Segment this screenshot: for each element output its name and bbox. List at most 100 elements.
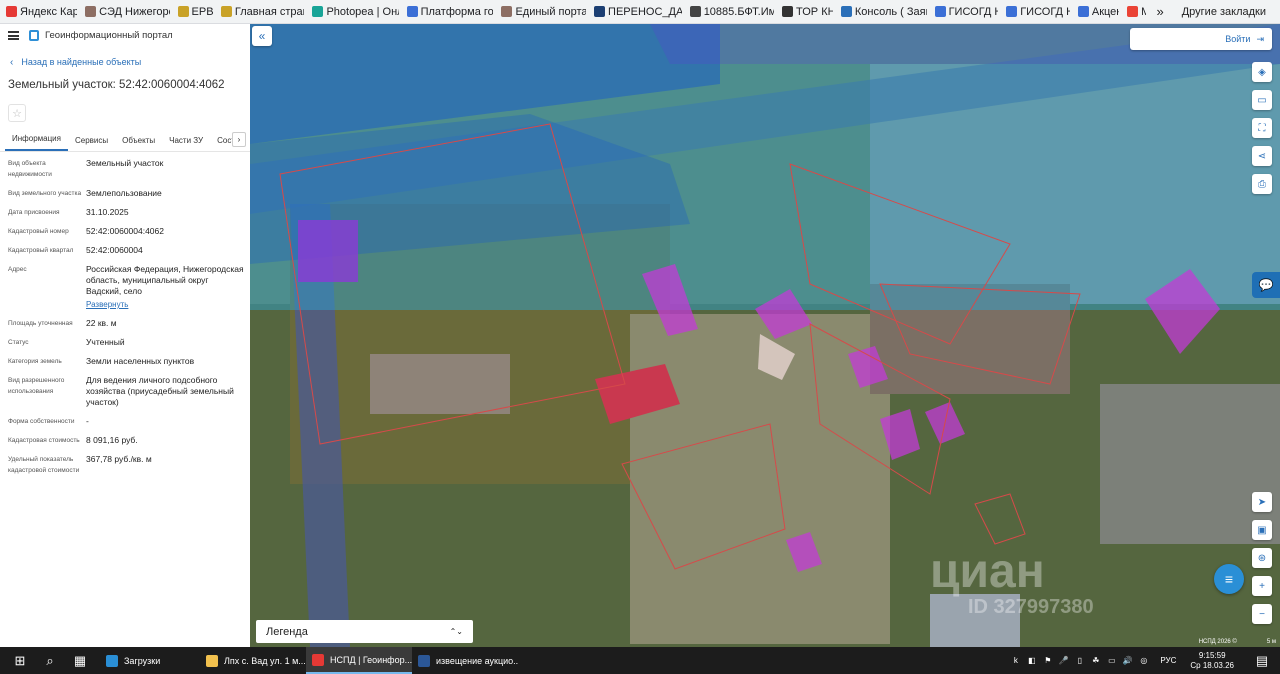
info-tabs: Информация Сервисы Объекты Части ЗУ Сост… — [0, 130, 250, 152]
map-canvas[interactable] — [250, 24, 1280, 647]
bookmark-item[interactable]: Платформа госуд — [406, 6, 493, 18]
bookmark-item[interactable]: ГИСОГД НО — [934, 5, 999, 18]
tray-icon[interactable]: ◎ — [1138, 655, 1149, 666]
taskbar-app[interactable]: Загрузки — [100, 647, 200, 674]
bookmark-favicon-icon — [782, 6, 794, 17]
taskbar-app[interactable]: Лпх с. Вад ул. 1 м... — [200, 647, 306, 674]
clock[interactable]: 9:15:59 Ср 18.03.26 — [1190, 651, 1234, 671]
info-row: Форма собственности - — [0, 416, 250, 427]
tray-icon[interactable]: 🎤 — [1058, 655, 1069, 666]
info-key: Форма собственности — [8, 418, 75, 425]
tray-icon[interactable]: ⚑ — [1042, 655, 1053, 666]
info-key: Дата присвоения — [8, 209, 60, 216]
chat-menu-icon[interactable]: ≡ — [1214, 564, 1244, 594]
bookmark-label: ГИСОГД НО — [948, 5, 999, 18]
back-to-results-link[interactable]: ‹ Назад в найденные объекты — [0, 50, 250, 74]
info-value: Землепользование — [86, 188, 244, 199]
bookmarks-overflow-icon[interactable]: » — [1156, 4, 1163, 19]
bookmark-item[interactable]: Главная страниц — [220, 5, 305, 18]
portal-title: Геоинформационный портал — [45, 29, 173, 41]
menu-icon[interactable] — [8, 30, 19, 40]
bookmark-favicon-icon — [6, 6, 17, 17]
expand-address-link[interactable]: Развернуть — [86, 299, 128, 310]
print-icon[interactable]: ⎙ — [1252, 174, 1272, 194]
help-chat-icon[interactable]: 💬 — [1252, 272, 1280, 298]
taskbar-apps: Загрузки Лпх с. Вад ул. 1 м... НСПД | Геои… — [100, 647, 518, 674]
tab-objects[interactable]: Объекты — [115, 136, 162, 151]
bookmarks-bar: Яндекс Карты СЭД Нижегородс ЕРВК Главная ст… — [0, 0, 1280, 24]
clock-time: 9:15:59 — [1198, 650, 1226, 660]
tab-parts[interactable]: Части ЗУ — [162, 136, 210, 151]
bookmark-item[interactable]: СЭД Нижегородс — [85, 6, 170, 18]
other-bookmarks-folder[interactable]: Другие закладки — [1182, 6, 1266, 18]
bookmark-item[interactable]: ПЕРЕНОС_ДАНН — [594, 6, 682, 18]
zoom-out-button[interactable]: − — [1252, 604, 1272, 624]
bookmark-item[interactable]: Яндекс Карты — [6, 6, 77, 18]
bookmark-favicon-icon — [1006, 6, 1018, 17]
minimap-icon[interactable]: ▣ — [1252, 520, 1272, 540]
bookmark-label: Главная страниц — [234, 5, 305, 18]
tray-icon[interactable]: k — [1010, 655, 1021, 666]
start-icon[interactable]: ⊞ — [10, 651, 30, 671]
notifications-icon[interactable]: ▤ — [1252, 651, 1272, 671]
search-icon[interactable]: ⌕ — [40, 651, 60, 671]
tray-icon[interactable]: ◧ — [1026, 655, 1037, 666]
back-link-label: Назад в найденные объекты — [21, 57, 142, 67]
taskbar-app[interactable]: извещение аукцио... — [412, 647, 518, 674]
bookmark-favicon-icon — [177, 6, 189, 17]
basemap-icon[interactable]: ▭ — [1252, 90, 1272, 110]
bookmark-favicon-icon — [312, 6, 324, 17]
bookmark-item[interactable]: Единый портал п — [501, 6, 586, 18]
login-label: Войти — [1225, 34, 1251, 44]
position-icon[interactable]: ⊛ — [1252, 548, 1272, 568]
bookmark-item[interactable]: ТОР КНД — [782, 6, 833, 18]
locate-icon[interactable]: ➤ — [1252, 492, 1272, 512]
info-value: 52:42:0060004:4062 — [86, 226, 244, 237]
layers-icon[interactable]: ◈ — [1252, 62, 1272, 82]
info-key: Площадь уточненная — [8, 320, 73, 327]
info-row: Вид земельного участка Землепользование — [0, 188, 250, 199]
share-icon[interactable]: ⋖ — [1252, 146, 1272, 166]
legend-chevron-icon: ⌃⌄ — [449, 627, 463, 636]
taskbar: ⊞ ⌕ ▦ Загрузки Лпх с. Вад ул. 1 м... НСПД … — [0, 647, 1280, 674]
tray-icon[interactable]: ▯ — [1074, 655, 1085, 666]
collapse-panel-button[interactable]: « — [252, 26, 272, 46]
info-key: Кадастровый квартал — [8, 247, 74, 254]
tray-icon[interactable]: ☘ — [1090, 655, 1101, 666]
taskbar-app[interactable]: НСПД | Геоинфор... — [306, 647, 412, 674]
calculator-icon[interactable]: ▦ — [70, 651, 90, 671]
legend-dropdown[interactable]: Легенда ⌃⌄ — [256, 620, 473, 643]
info-key: Вид земельного участка — [8, 190, 82, 197]
tray-icon[interactable]: 🔊 — [1122, 655, 1133, 666]
tray-icon[interactable]: ▭ — [1106, 655, 1117, 666]
bookmark-item[interactable]: ГИСОГД НО — [1006, 6, 1070, 18]
tab-services[interactable]: Сервисы — [68, 136, 115, 151]
tabs-scroll-right-button[interactable]: › — [232, 132, 246, 147]
info-key: Адрес — [8, 266, 27, 273]
other-bookmarks-label: Другие закладки — [1181, 5, 1267, 18]
scale-value: 5 м — [1266, 639, 1276, 645]
favorite-star-icon[interactable]: ☆ — [8, 104, 26, 122]
bookmark-item[interactable]: Акцент — [1077, 6, 1119, 18]
clock-date: Ср 18.03.26 — [1190, 660, 1234, 670]
select-area-icon[interactable]: ⛶ — [1252, 118, 1272, 138]
app-label: НСПД | Геоинфор... — [330, 654, 412, 665]
info-value: Земельный участок — [86, 158, 244, 180]
info-value: Земли населенных пунктов — [86, 356, 244, 367]
tab-info[interactable]: Информация — [5, 134, 68, 151]
zoom-in-button[interactable]: + — [1252, 576, 1272, 596]
language-indicator[interactable]: РУС — [1160, 656, 1176, 665]
info-value: Для ведения личного подсобного хозяйства… — [86, 375, 244, 408]
info-value-text: Земельный участок — [86, 158, 164, 168]
login-button[interactable]: Войти ⇥ — [1130, 28, 1272, 50]
bookmark-favicon-icon — [934, 6, 946, 17]
bookmark-item[interactable]: Photopea | Онлай — [312, 6, 399, 18]
bookmark-item[interactable]: M — [1127, 6, 1146, 18]
map-view[interactable]: « Войти ⇥ ◈ ▭ ⛶ ⋖ ⎙ 💬 циан ID 327997380 … — [250, 24, 1280, 647]
bookmark-item[interactable]: Консоль ( Заявле — [840, 6, 927, 18]
bookmark-label: M — [1141, 6, 1146, 18]
info-value-text: 31.10.2025 — [86, 207, 129, 217]
bookmark-item[interactable]: ЕРВК — [177, 6, 213, 18]
bookmark-item[interactable]: 10885.БФТ.Имущ — [689, 6, 774, 18]
bookmark-favicon-icon — [1077, 6, 1089, 17]
